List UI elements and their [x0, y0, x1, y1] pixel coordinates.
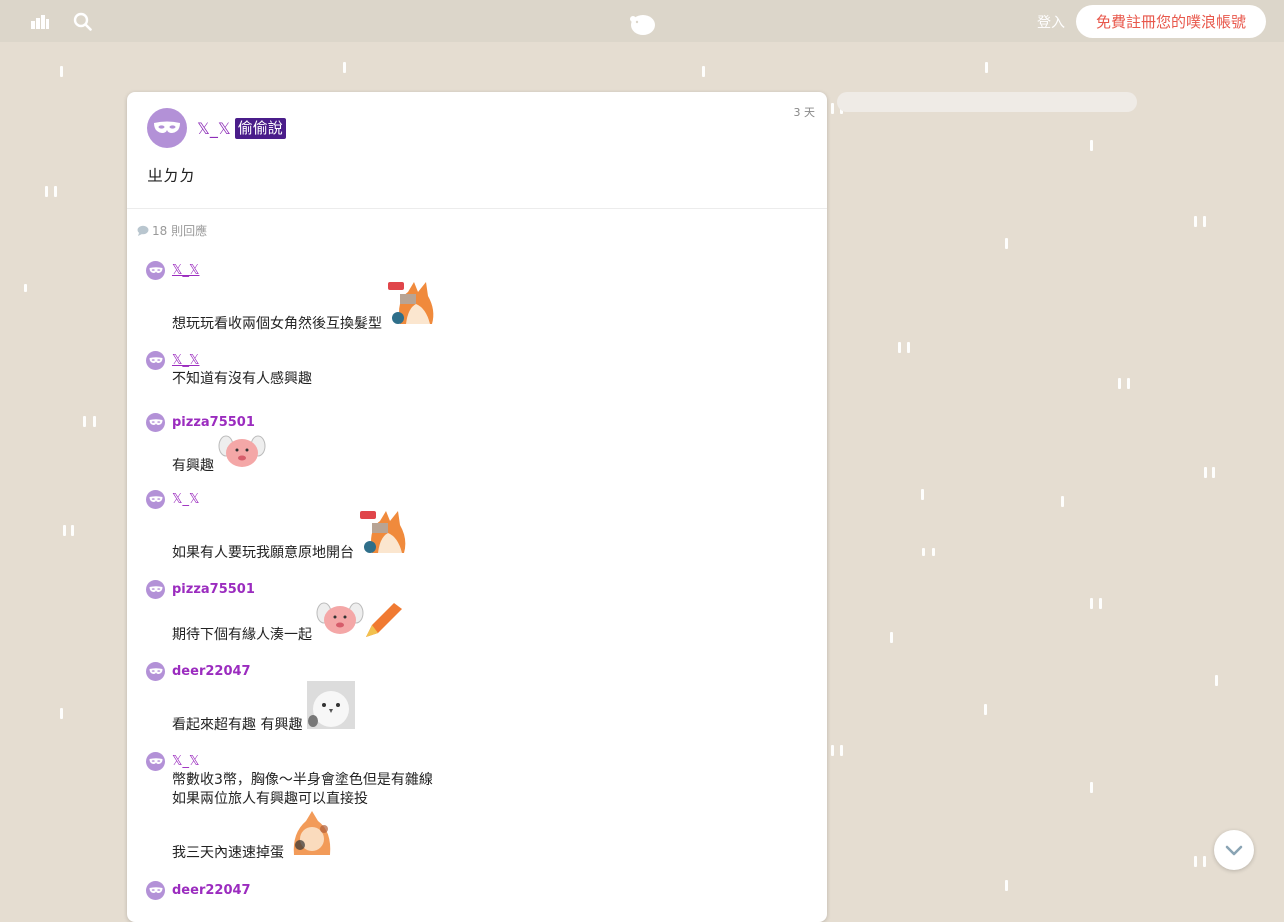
- reply-item: deer22047 看起來超有趣 有興趣: [146, 661, 355, 735]
- reply-author[interactable]: deer22047: [172, 883, 251, 898]
- reply-text: 我三天內速速掉蛋: [172, 845, 284, 861]
- reply-author[interactable]: 𝕏_𝕏: [172, 353, 199, 368]
- reply-item: pizza75501 期待下個有緣人湊一起: [146, 579, 404, 645]
- reply-author[interactable]: pizza75501: [172, 415, 255, 430]
- blurry-fox-sticker: [288, 809, 336, 863]
- reply-item: 𝕏_𝕏 想玩玩看收兩個女角然後互換髮型: [146, 260, 436, 334]
- mask-avatar[interactable]: [146, 260, 165, 280]
- reply-text: 期待下個有緣人湊一起: [172, 627, 312, 643]
- reply-text: 如果兩位旅人有興趣可以直接投: [172, 791, 368, 807]
- explore-icon[interactable]: [30, 11, 50, 31]
- scroll-down-button[interactable]: [1214, 830, 1254, 870]
- reply-text: 想玩玩看收兩個女角然後互換髮型: [172, 316, 382, 332]
- reply-text: 如果有人要玩我願意原地開台: [172, 545, 354, 561]
- plurk-logo-icon[interactable]: [628, 12, 656, 36]
- reply-count[interactable]: 18 則回應: [137, 222, 207, 239]
- right-placeholder-bar: [837, 92, 1137, 112]
- post-author[interactable]: 𝕏_𝕏 偷偷說: [197, 117, 286, 139]
- pink-dog-sticker: [218, 432, 266, 476]
- reply-item: 𝕏_𝕏 不知道有沒有人感興趣: [146, 350, 312, 389]
- post-time: 3 天: [793, 106, 816, 119]
- reply-author[interactable]: 𝕏_𝕏: [172, 754, 199, 769]
- mask-avatar[interactable]: [147, 108, 187, 148]
- reply-count-label: 18 則回應: [152, 224, 208, 238]
- mask-avatar[interactable]: [146, 412, 165, 432]
- reply-text: 不知道有沒有人感興趣: [172, 371, 312, 387]
- mask-avatar[interactable]: [146, 880, 165, 900]
- reply-text: 幣數收3幣，胸像～半身會塗色但是有雜線: [172, 772, 433, 788]
- divider: [127, 208, 827, 209]
- signup-button[interactable]: 免費註冊您的噗浪帳號: [1076, 5, 1267, 38]
- mask-avatar[interactable]: [146, 350, 165, 370]
- live-fox-sticker: [386, 280, 436, 334]
- mask-avatar[interactable]: [146, 661, 165, 681]
- owl-sticker: [306, 681, 355, 735]
- mask-avatar[interactable]: [146, 751, 165, 771]
- search-icon[interactable]: [72, 11, 92, 31]
- reply-text: 看起來超有趣 有興趣: [172, 717, 303, 733]
- reply-author[interactable]: 𝕏_𝕏: [172, 263, 199, 278]
- login-link[interactable]: 登入: [1037, 12, 1065, 32]
- mask-avatar[interactable]: [146, 579, 165, 599]
- reply-item: pizza75501 有興趣: [146, 412, 266, 476]
- reply-item: 𝕏_𝕏 如果有人要玩我願意原地開台: [146, 489, 408, 563]
- live-fox-sticker: [358, 509, 408, 563]
- speech-bubble-icon: [137, 225, 149, 236]
- reply-text: 有興趣: [172, 458, 214, 474]
- post-content: ㄓㄉㄉ: [147, 166, 196, 185]
- secret-badge: 偷偷說: [234, 117, 286, 139]
- reply-author[interactable]: deer22047: [172, 664, 251, 679]
- post-header: 𝕏_𝕏 偷偷說: [147, 108, 286, 148]
- reply-item: 𝕏_𝕏 幣數收3幣，胸像～半身會塗色但是有雜線 如果兩位旅人有興趣可以直接投 我…: [146, 751, 433, 863]
- plurk-card: 𝕏_𝕏 偷偷說 3 天 ㄓㄉㄉ 18 則回應 𝕏_𝕏 想玩玩看收兩個女角然後互換…: [127, 92, 827, 922]
- chevron-down-icon: [1225, 845, 1243, 855]
- reply-author[interactable]: pizza75501: [172, 582, 255, 597]
- top-bar: 登入 免費註冊您的噗浪帳號: [0, 0, 1284, 42]
- post-author-name[interactable]: 𝕏_𝕏: [197, 119, 231, 138]
- mask-avatar[interactable]: [146, 489, 165, 509]
- reply-item: deer22047: [146, 880, 251, 900]
- reply-author[interactable]: 𝕏_𝕏: [172, 492, 199, 507]
- pink-dog-crayon-sticker: [316, 599, 404, 645]
